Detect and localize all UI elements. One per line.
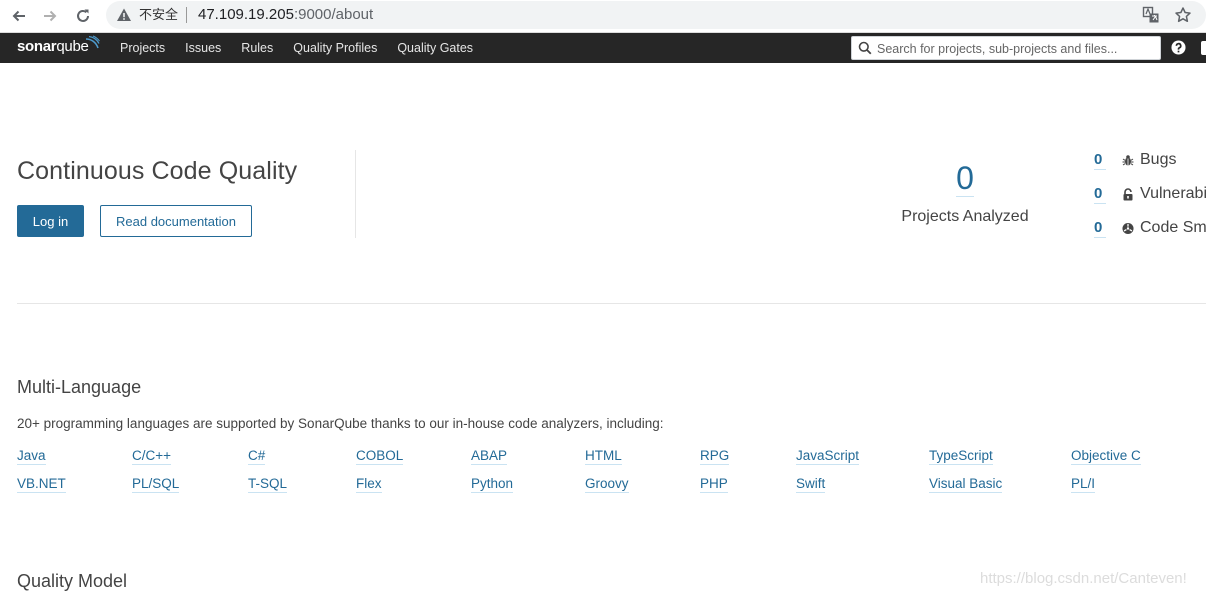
language-link-python[interactable]: Python [471,476,514,493]
language-link-vbnet[interactable]: VB.NET [17,476,66,493]
multi-language-description: 20+ programming languages are supported … [17,416,664,431]
language-link-pli[interactable]: PL/I [1071,476,1096,493]
nav-quality-gates[interactable]: Quality Gates [397,41,473,56]
read-documentation-button[interactable]: Read documentation [100,205,252,237]
reload-button[interactable] [71,5,95,27]
nav-issues[interactable]: Issues [185,41,221,56]
language-link-plsql[interactable]: PL/SQL [132,476,180,493]
forward-button[interactable] [38,5,62,27]
search-icon [858,41,872,55]
browser-toolbar: 不安全 47.109.19.205:9000/about [0,0,1206,33]
code-smell-icon [1122,221,1134,235]
translate-icon[interactable] [1142,6,1160,24]
language-link-typescript[interactable]: TypeScript [929,448,993,465]
language-link-tsql[interactable]: T-SQL [248,476,288,493]
projects-analyzed-count[interactable]: 0 [900,160,1030,197]
nav-quality-profiles[interactable]: Quality Profiles [293,41,377,56]
back-button[interactable] [7,5,31,27]
user-menu-edge[interactable] [1201,41,1206,55]
search-input[interactable] [877,39,1155,58]
lock-icon [1122,187,1134,201]
language-link-rpg[interactable]: RPG [700,448,730,465]
url-text[interactable]: 47.109.19.205:9000/about [198,6,373,24]
global-search[interactable] [851,36,1161,60]
warning-icon[interactable] [116,7,132,23]
nav-projects[interactable]: Projects [120,41,165,56]
language-link-flex[interactable]: Flex [356,476,382,493]
language-link-csharp[interactable]: C# [248,448,266,465]
language-link-visual-basic[interactable]: Visual Basic [929,476,1003,493]
security-label[interactable]: 不安全 [139,7,178,23]
hero-divider [355,150,356,238]
global-navigation: sonarqube Projects Issues Rules Quality … [0,33,1206,63]
bug-icon [1122,153,1134,167]
code-smells-label: Code Smells [1140,219,1206,236]
language-link-html[interactable]: HTML [585,448,622,465]
login-button[interactable]: Log in [17,205,84,237]
language-link-abap[interactable]: ABAP [471,448,508,465]
help-icon[interactable] [1171,40,1186,55]
section-divider [17,303,1206,304]
language-link-php[interactable]: PHP [700,476,728,493]
vulnerabilities-label: Vulnerabilities [1140,185,1206,202]
url-path: :9000/about [293,6,374,23]
language-link-c-cpp[interactable]: C/C++ [132,448,172,465]
language-link-swift[interactable]: Swift [796,476,826,493]
omnibox-separator [186,7,187,23]
language-link-groovy[interactable]: Groovy [585,476,629,493]
language-link-objective-c[interactable]: Objective C [1071,448,1141,465]
bookmark-star-icon[interactable] [1174,6,1192,24]
vulnerabilities-count[interactable]: 0 [1094,185,1106,204]
bugs-label: Bugs [1140,151,1177,168]
metric-code-smells[interactable]: 0 Code Smells [1094,218,1206,238]
multi-language-title: Multi-Language [17,377,142,397]
nav-rules[interactable]: Rules [241,41,273,56]
arrow-left-icon [12,10,25,22]
quality-model-title: Quality Model [17,571,128,591]
language-link-cobol[interactable]: COBOL [356,448,404,465]
metric-vulnerabilities[interactable]: 0 Vulnerabilities [1094,184,1206,204]
sonarqube-logo[interactable]: sonarqube [17,38,89,56]
projects-analyzed-label: Projects Analyzed [901,208,1029,225]
url-host: 47.109.19.205 [198,6,294,23]
arrow-right-icon [44,10,57,22]
language-link-java[interactable]: Java [17,448,46,465]
page-title: Continuous Code Quality [17,157,298,185]
reload-icon [77,9,89,22]
bugs-count[interactable]: 0 [1094,151,1106,170]
logo-sonar-text: sonar [17,38,57,55]
code-smells-count[interactable]: 0 [1094,219,1106,238]
language-link-javascript[interactable]: JavaScript [796,448,860,465]
nav-links: Projects Issues Rules Quality Profiles Q… [120,41,493,56]
metric-bugs[interactable]: 0 Bugs [1094,150,1176,170]
projects-count-value[interactable]: 0 [956,160,974,197]
logo-waves-icon [85,35,100,49]
watermark: https://blog.csdn.net/Canteven! [980,570,1187,587]
address-bar[interactable]: 不安全 47.109.19.205:9000/about [106,1,1206,29]
